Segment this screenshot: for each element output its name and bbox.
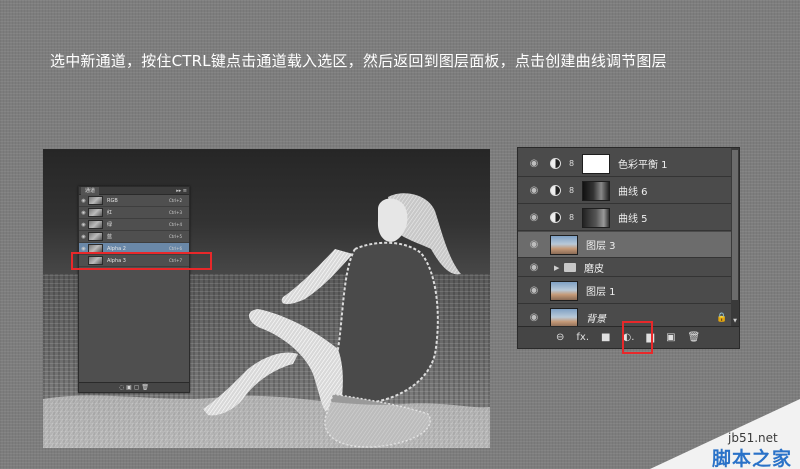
eye-icon[interactable]: ◉ [79, 234, 88, 240]
channel-name: Alpha 2 [107, 245, 126, 252]
layer-mask-thumbnail[interactable] [582, 153, 610, 174]
chain-link-icon[interactable]: 8 [569, 159, 578, 168]
channel-row-red[interactable]: ◉ 红 Ctrl+3 [79, 207, 189, 219]
highlight-box-adjustment [622, 321, 653, 354]
channel-name: 蓝 [107, 234, 113, 240]
link-layers-icon[interactable]: ⊖ [556, 332, 564, 343]
layer-thumbnail [550, 307, 578, 328]
layer-row-layer-1[interactable]: ◉ 图层 1 [518, 278, 732, 304]
channel-shortcut: Ctrl+4 [169, 222, 183, 227]
eye-icon[interactable]: ◉ [518, 285, 550, 296]
layer-thumbnail [550, 234, 578, 255]
channel-name: RGB [107, 197, 118, 204]
watermark-name: 脚本之家 [712, 448, 793, 469]
channel-row-blue[interactable]: ◉ 蓝 Ctrl+5 [79, 231, 189, 243]
layers-panel: ◉ 8 色彩平衡 1 ◉ 8 曲线 6 ◉ 8 曲线 5 ◉ 图层 3 ◉ ▶ … [517, 147, 740, 349]
eye-icon[interactable]: ◉ [79, 222, 88, 228]
instruction-text: 选中新通道，按住CTRL键点击通道载入选区，然后返回到图层面板，点击创建曲线调节… [50, 52, 667, 70]
layer-mask-thumbnail[interactable] [582, 207, 610, 228]
layer-name: 图层 1 [586, 287, 616, 298]
add-mask-icon[interactable]: ■ [601, 332, 610, 343]
layer-name: 曲线 5 [618, 214, 648, 225]
channel-shortcut: Ctrl+2 [169, 198, 183, 203]
layer-name: 曲线 6 [618, 187, 648, 198]
layer-name: 图层 3 [586, 241, 616, 252]
layer-name: 色彩平衡 1 [618, 160, 668, 171]
layer-thumbnail [550, 280, 578, 301]
layer-name: 磨皮 [584, 264, 604, 275]
channel-thumbnail [88, 196, 103, 205]
layers-scrollbar[interactable]: ▼ [731, 148, 739, 326]
channel-thumbnail [88, 220, 103, 229]
layer-row-curves-6[interactable]: ◉ 8 曲线 6 [518, 178, 732, 204]
channel-name: 绿 [107, 222, 113, 228]
eye-icon[interactable]: ◉ [518, 212, 550, 223]
channels-bottom-toolbar[interactable]: ◌ ▣ ▢ 🗑 [79, 382, 189, 392]
eye-icon[interactable]: ◉ [518, 239, 550, 250]
eye-icon[interactable]: ◉ [79, 198, 88, 204]
eye-icon[interactable]: ◉ [79, 210, 88, 216]
channel-row-green[interactable]: ◉ 绿 Ctrl+4 [79, 219, 189, 231]
new-layer-icon[interactable]: ▣ [666, 332, 675, 343]
channel-thumbnail [88, 232, 103, 241]
eye-icon[interactable]: ◉ [79, 246, 88, 252]
folder-icon [564, 263, 576, 272]
watermark-url: jb51.net [728, 431, 778, 445]
chain-link-icon[interactable]: 8 [569, 186, 578, 195]
layer-row-color-balance[interactable]: ◉ 8 色彩平衡 1 [518, 151, 732, 177]
chain-link-icon[interactable]: 8 [569, 213, 578, 222]
expand-arrow-icon[interactable]: ▶ [554, 264, 564, 272]
adjustment-layer-icon [550, 158, 561, 169]
channel-row-rgb[interactable]: ◉ RGB Ctrl+2 [79, 195, 189, 207]
eye-icon[interactable]: ◉ [518, 185, 550, 196]
adjustment-layer-icon [550, 212, 561, 223]
channel-thumbnail [88, 208, 103, 217]
channels-panel: 通道 ▸▸ ≡ ◉ RGB Ctrl+2 ◉ 红 Ctrl+3 ◉ 绿 Ctrl… [78, 186, 190, 393]
channel-shortcut: Ctrl+3 [169, 210, 183, 215]
layer-row-layer-3[interactable]: ◉ 图层 3 [518, 232, 732, 258]
layer-row-curves-5[interactable]: ◉ 8 曲线 5 [518, 205, 732, 231]
channels-title-bar: 通道 ▸▸ ≡ [79, 187, 189, 195]
layer-style-fx-icon[interactable]: fx. [576, 332, 589, 343]
layer-group-row[interactable]: ◉ ▶ 磨皮 [518, 259, 732, 277]
scrollbar-thumb[interactable] [732, 150, 738, 300]
eye-icon[interactable]: ◉ [518, 262, 550, 273]
lock-icon: 🔒 [716, 312, 728, 323]
channel-name: 红 [107, 210, 113, 216]
channels-tab[interactable]: 通道 [81, 187, 100, 195]
channel-shortcut: Ctrl+6 [169, 246, 183, 251]
scroll-down-arrow-icon[interactable]: ▼ [731, 318, 739, 324]
adjustment-layer-icon [550, 185, 561, 196]
eye-icon[interactable]: ◉ [518, 312, 550, 323]
eye-icon[interactable]: ◉ [518, 158, 550, 169]
panel-menu-icon[interactable]: ▸▸ ≡ [176, 187, 187, 195]
delete-layer-icon[interactable]: 🗑 [688, 332, 701, 343]
channel-shortcut: Ctrl+5 [169, 234, 183, 239]
highlight-box-channel [71, 252, 212, 270]
layer-mask-thumbnail[interactable] [582, 180, 610, 201]
